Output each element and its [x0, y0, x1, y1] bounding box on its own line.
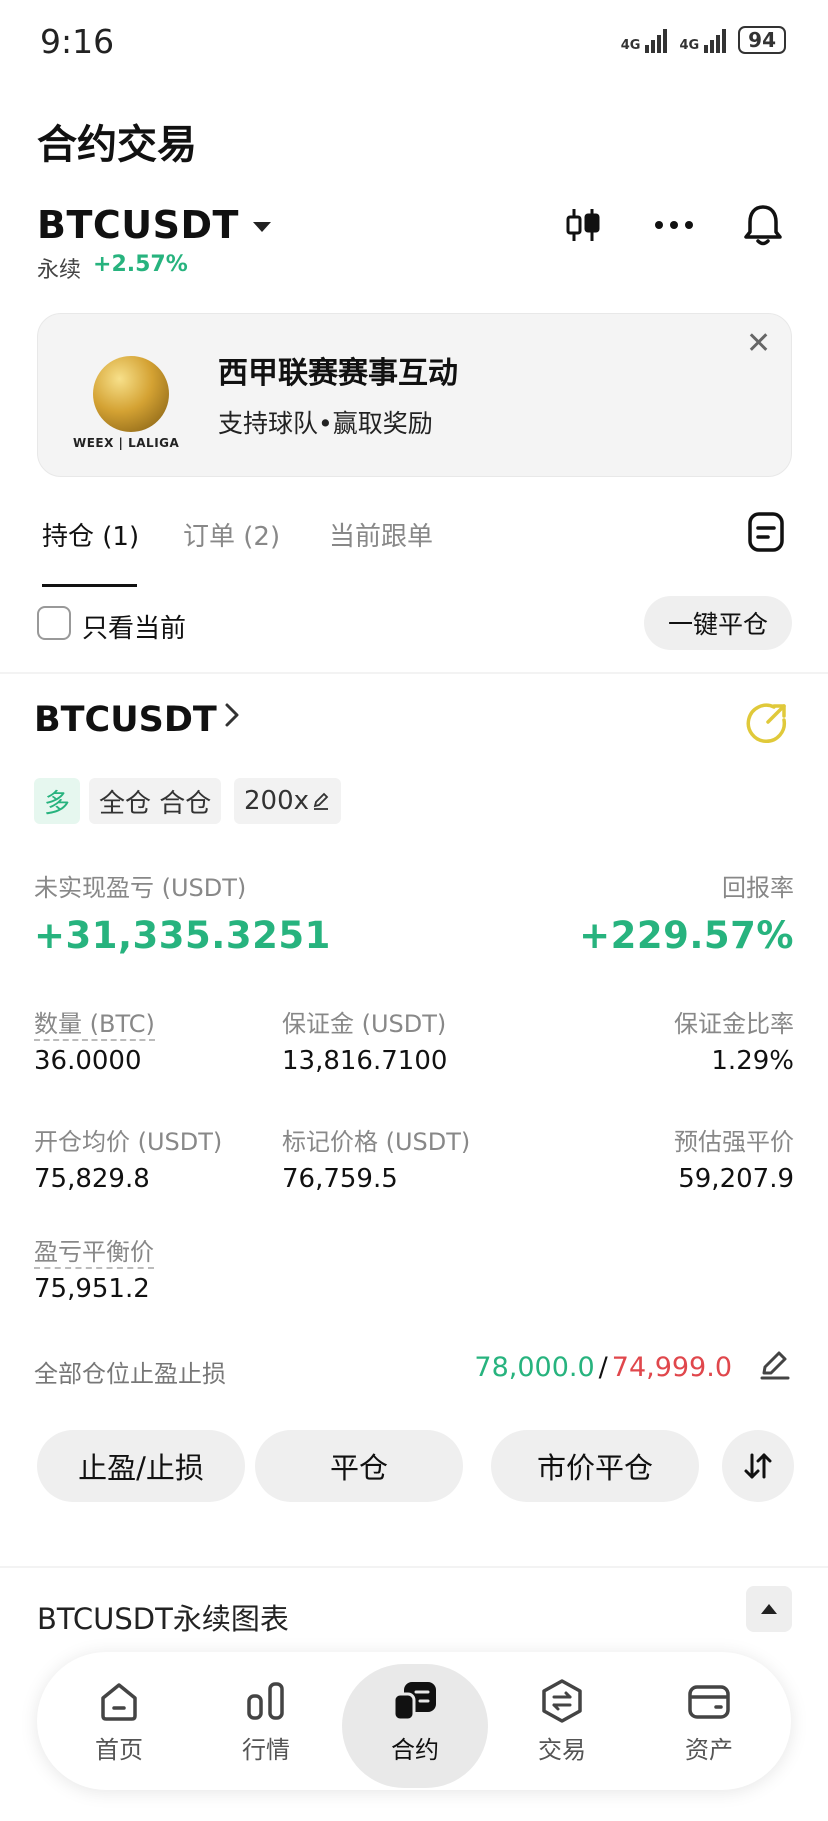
nav-futures[interactable]: 合约: [345, 1652, 485, 1790]
mark-price-label: 标记价格 (USDT): [282, 1128, 471, 1156]
close-all-button[interactable]: 一键平仓: [644, 596, 792, 650]
liq-price-value: 59,207.9: [678, 1164, 794, 1194]
nav-home[interactable]: 首页: [49, 1652, 189, 1790]
home-icon: [101, 1682, 137, 1721]
liq-price-label: 预估强平价: [674, 1128, 794, 1156]
chevron-right-icon[interactable]: [222, 700, 242, 738]
margin-ratio-value: 1.29%: [711, 1046, 794, 1076]
network-label: 4G: [620, 38, 641, 53]
entry-price-label: 开仓均价 (USDT): [34, 1128, 223, 1156]
mark-price-value: 76,759.5: [282, 1164, 398, 1194]
margin-value: 13,816.7100: [282, 1046, 448, 1076]
roe-value: +229.57%: [579, 914, 794, 957]
soccer-ball-icon: [93, 356, 169, 432]
swap-icon: [744, 1453, 772, 1479]
take-profit-value: 78,000.0: [474, 1352, 595, 1383]
market-close-button[interactable]: 市价平仓: [491, 1430, 699, 1502]
unrealized-pnl-label: 未实现盈亏 (USDT): [34, 874, 247, 902]
bell-icon[interactable]: [738, 200, 788, 250]
wallet-icon: [688, 1684, 730, 1719]
nav-market[interactable]: 行情: [196, 1652, 336, 1790]
nav-label: 合约: [391, 1735, 439, 1764]
tpsl-separator: /: [598, 1352, 608, 1383]
edit-icon[interactable]: [758, 1348, 792, 1382]
nav-label: 交易: [538, 1735, 586, 1764]
reverse-position-button[interactable]: [722, 1430, 794, 1502]
status-indicators: 4G 4G 94: [621, 26, 786, 54]
tab-copy-trading[interactable]: 当前跟单: [329, 516, 433, 553]
banner-subtitle: 支持球队•赢取奖励: [218, 409, 433, 438]
caret-down-icon: [252, 222, 271, 232]
battery-icon: 94: [738, 26, 786, 54]
signal-icon: 4G: [679, 27, 727, 53]
chart-section-title[interactable]: BTCUSDT永续图表: [37, 1596, 289, 1638]
stop-loss-value: 74,999.0: [611, 1352, 732, 1383]
symbol-info: 永续 +2.57%: [37, 252, 188, 284]
side-tag: 多: [34, 778, 81, 824]
status-time: 9:16: [40, 22, 115, 61]
promo-banner[interactable]: WEEX | LALIGA 西甲联赛赛事互动 支持球队•赢取奖励 ✕: [37, 313, 792, 477]
trade-icon: [542, 1678, 582, 1723]
brand-logo: WEEX | LALIGA: [73, 436, 180, 450]
bottom-nav: 首页 行情 合约 交易 资产: [37, 1652, 791, 1790]
tpsl-button[interactable]: 止盈/止损: [37, 1430, 245, 1502]
document-icon[interactable]: [746, 510, 786, 554]
signal-icon: 4G: [621, 27, 668, 53]
unrealized-pnl-value: +31,335.3251: [34, 914, 331, 957]
nav-label: 资产: [685, 1735, 733, 1764]
page-title: 合约交易: [37, 122, 197, 168]
symbol-selector[interactable]: BTCUSDT: [37, 203, 271, 247]
divider: [0, 672, 828, 674]
margin-mode-tag: 全仓 合仓: [89, 778, 222, 824]
margin-ratio-label: 保证金比率: [674, 1010, 794, 1038]
pencil-icon: [313, 792, 329, 810]
roe-label: 回报率: [722, 874, 794, 902]
margin-label: 保证金 (USDT): [282, 1010, 447, 1038]
contract-type: 永续: [37, 258, 82, 283]
divider: [0, 1566, 828, 1568]
close-icon[interactable]: ✕: [746, 326, 771, 361]
position-symbol[interactable]: BTCUSDT: [34, 700, 217, 740]
close-position-button[interactable]: 平仓: [255, 1430, 463, 1502]
candlestick-icon[interactable]: [558, 200, 608, 250]
breakeven-label[interactable]: 盈亏平衡价: [34, 1238, 154, 1269]
tab-underline: [42, 584, 137, 587]
share-icon[interactable]: [744, 700, 790, 746]
tpsl-values: 78,000.0 / 74,999.0: [474, 1352, 732, 1383]
futures-icon: [392, 1681, 436, 1721]
symbol-name: BTCUSDT: [37, 203, 239, 247]
banner-title: 西甲联赛赛事互动: [218, 356, 458, 391]
breakeven-value: 75,951.2: [34, 1274, 150, 1304]
only-current-label: 只看当前: [82, 614, 187, 644]
nav-label: 行情: [242, 1735, 290, 1764]
quantity-value: 36.0000: [34, 1046, 142, 1076]
quantity-label[interactable]: 数量 (BTC): [34, 1010, 155, 1041]
price-change: +2.57%: [93, 252, 188, 277]
nav-assets[interactable]: 资产: [639, 1652, 779, 1790]
entry-price-value: 75,829.8: [34, 1164, 150, 1194]
market-icon: [247, 1681, 284, 1720]
caret-up-icon: [761, 1604, 777, 1614]
leverage-value: 200x: [244, 786, 310, 816]
tab-orders[interactable]: 订单 (2): [183, 516, 280, 553]
tpsl-label: 全部仓位止盈止损: [34, 1360, 226, 1388]
nav-trade[interactable]: 交易: [492, 1652, 632, 1790]
only-current-checkbox[interactable]: [37, 606, 71, 640]
leverage-tag[interactable]: 200x: [234, 778, 342, 824]
tab-positions[interactable]: 持仓 (1): [42, 516, 139, 553]
collapse-button[interactable]: [746, 1586, 792, 1632]
nav-label: 首页: [95, 1735, 143, 1764]
network-label: 4G: [679, 38, 700, 53]
more-icon[interactable]: [649, 200, 699, 250]
